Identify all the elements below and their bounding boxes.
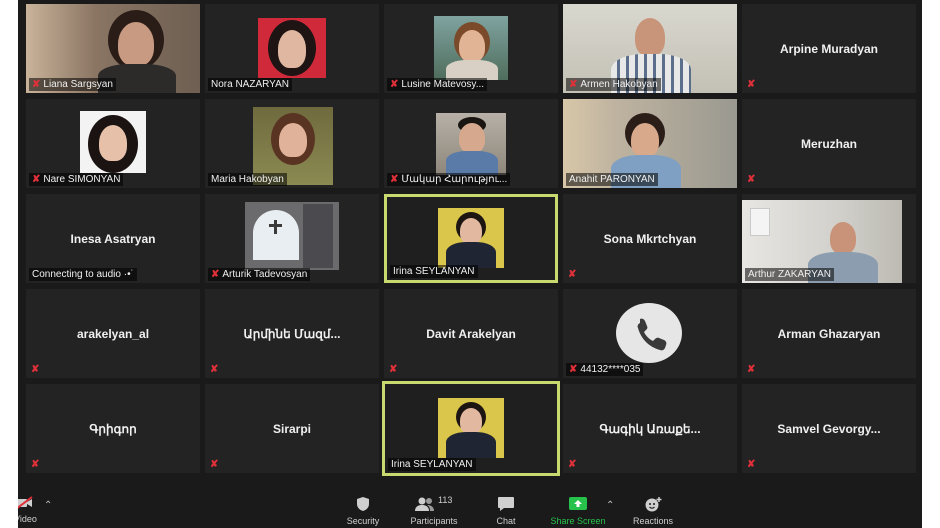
gallery-view: ✘ Liana Sargsyan Nora NAZARYAN ✘ Lusine Ma… (26, 4, 918, 476)
smiley-plus-icon (645, 497, 662, 512)
participant-tile[interactable]: ✘ 44132****035 (563, 289, 737, 378)
mic-muted-icon: ✘ (390, 174, 399, 185)
participant-name: Գրիգոր (89, 421, 137, 436)
mic-muted-icon: ✘ (569, 79, 578, 90)
mic-muted-icon: ✘ (210, 364, 219, 375)
participant-name: ✘ Nare SIMONYAN (29, 173, 124, 186)
shield-icon (357, 497, 369, 511)
participant-photo (436, 113, 506, 175)
connecting-dots-icon: ·•˙ (123, 269, 134, 280)
video-button[interactable]: Video (18, 496, 37, 524)
participants-count: 113 (438, 495, 453, 505)
share-screen-icon (569, 497, 587, 510)
zoom-meeting-window: ✘ Liana Sargsyan Nora NAZARYAN ✘ Lusine Ma… (18, 0, 922, 528)
active-speaker-tile[interactable]: Irina SEYLANYAN (382, 381, 560, 476)
participant-photo (258, 18, 326, 78)
participant-name: Samvel Gevorgy... (777, 421, 881, 436)
mic-muted-icon: ✘ (747, 459, 756, 470)
reactions-button[interactable]: Reactions (628, 496, 678, 526)
participant-name: Arpine Muradyan (779, 41, 878, 56)
mic-muted-icon: ✘ (389, 364, 398, 375)
participant-name: Irina SEYLANYAN (390, 265, 478, 278)
participant-name: Irina SEYLANYAN (388, 458, 476, 471)
participant-name: Inesa Asatryan (70, 231, 156, 246)
participant-photo (80, 111, 146, 173)
mic-muted-icon: ✘ (568, 459, 577, 470)
participant-photo (438, 398, 504, 458)
participant-name: arakelyan_al (76, 326, 150, 341)
participant-tile[interactable]: Arthur ZAKARYAN (742, 194, 916, 283)
participant-tile[interactable]: ✘ Liana Sargsyan (26, 4, 200, 93)
participant-name: Anahit PARONYAN (566, 173, 658, 186)
mic-muted-icon: ✘ (390, 79, 399, 90)
mic-muted-icon: ✘ (747, 174, 756, 185)
meeting-toolbar: Video ⌃ Security 113 Participants Chat S… (18, 484, 922, 528)
mic-muted-icon: ✘ (568, 269, 577, 280)
participant-tile[interactable]: Nora NAZARYAN (205, 4, 379, 93)
participant-name: Sirarpi (272, 421, 311, 436)
participant-name: Maria Hakobyan (208, 173, 287, 186)
participant-tile[interactable]: Գագիկ Առաքե... ✘ (563, 384, 737, 473)
mic-muted-icon: ✘ (32, 174, 41, 185)
share-options-caret[interactable]: ⌃ (606, 500, 614, 511)
participant-tile[interactable]: ✘ Armen Hakobyan (563, 4, 737, 93)
participant-tile[interactable]: Maria Hakobyan (205, 99, 379, 188)
participant-name: Arman Ghazaryan (777, 326, 881, 341)
participant-name: ✘ Armen Hakobyan (566, 78, 661, 91)
participant-tile[interactable]: arakelyan_al ✘ (26, 289, 200, 378)
participant-tile[interactable]: Samvel Gevorgy... ✘ (742, 384, 916, 473)
participants-button[interactable]: 113 Participants (406, 495, 462, 526)
mic-muted-icon: ✘ (210, 459, 219, 470)
audio-status: Connecting to audio ·•˙ (29, 268, 137, 281)
participant-tile[interactable]: Գրիգոր ✘ (26, 384, 200, 473)
participant-photo (438, 208, 504, 268)
participant-tile[interactable]: Արմինե Մազմ... ✘ (205, 289, 379, 378)
participant-name: ✘ 44132****035 (566, 363, 644, 376)
participant-tile[interactable]: Sirarpi ✘ (205, 384, 379, 473)
participant-tile[interactable]: Inesa Asatryan Connecting to audio ·•˙ (26, 194, 200, 283)
mic-muted-icon: ✘ (569, 364, 578, 375)
participant-name: Sona Mkrtchyan (603, 231, 697, 246)
chat-bubble-icon (498, 497, 514, 511)
participant-tile[interactable]: Meruzhan ✘ (742, 99, 916, 188)
participant-name: ✘ Arturik Tadevosyan (208, 268, 311, 281)
mic-muted-icon: ✘ (747, 364, 756, 375)
participant-photo (245, 202, 339, 270)
participant-name: ✘ Lusine Matevosy... (387, 78, 488, 91)
participant-tile[interactable]: ✘ Arturik Tadevosyan (205, 194, 379, 283)
participant-name: Arthur ZAKARYAN (745, 268, 834, 281)
mic-muted-icon: ✘ (32, 79, 41, 90)
participant-tile[interactable]: Sona Mkrtchyan ✘ (563, 194, 737, 283)
mic-muted-icon: ✘ (747, 79, 756, 90)
participants-icon (415, 497, 434, 511)
participant-name: Meruzhan (800, 136, 857, 151)
participant-tile[interactable]: ✘ Մակար Հարությու... (384, 99, 558, 188)
chat-button[interactable]: Chat (492, 496, 520, 526)
participant-name: ✘ Մակար Հարությու... (387, 173, 511, 186)
mic-muted-icon: ✘ (211, 269, 220, 280)
share-screen-button[interactable]: Share Screen (548, 496, 608, 526)
mic-muted-icon: ✘ (31, 459, 40, 470)
participant-name: ✘ Liana Sargsyan (29, 78, 116, 91)
video-camera-icon (18, 496, 34, 510)
participant-name: Nora NAZARYAN (208, 78, 292, 91)
participant-tile[interactable]: Arpine Muradyan ✘ (742, 4, 916, 93)
participant-tile[interactable]: ✘ Nare SIMONYAN (26, 99, 200, 188)
participant-name: Գագիկ Առաքե... (599, 421, 701, 436)
participant-tile[interactable]: Davit Arakelyan ✘ (384, 289, 558, 378)
mic-muted-icon: ✘ (31, 364, 40, 375)
participant-name: Davit Arakelyan (426, 326, 516, 341)
participant-tile[interactable]: Anahit PARONYAN (563, 99, 737, 188)
participant-tile[interactable]: ✘ Lusine Matevosy... (384, 4, 558, 93)
security-button[interactable]: Security (344, 496, 382, 526)
participant-name: Արմինե Մազմ... (243, 326, 341, 341)
active-speaker-tile[interactable]: Irina SEYLANYAN (384, 194, 558, 283)
video-options-caret[interactable]: ⌃ (44, 500, 52, 511)
participant-tile[interactable]: Arman Ghazaryan ✘ (742, 289, 916, 378)
participant-photo (434, 16, 508, 80)
phone-call-icon (616, 303, 682, 363)
